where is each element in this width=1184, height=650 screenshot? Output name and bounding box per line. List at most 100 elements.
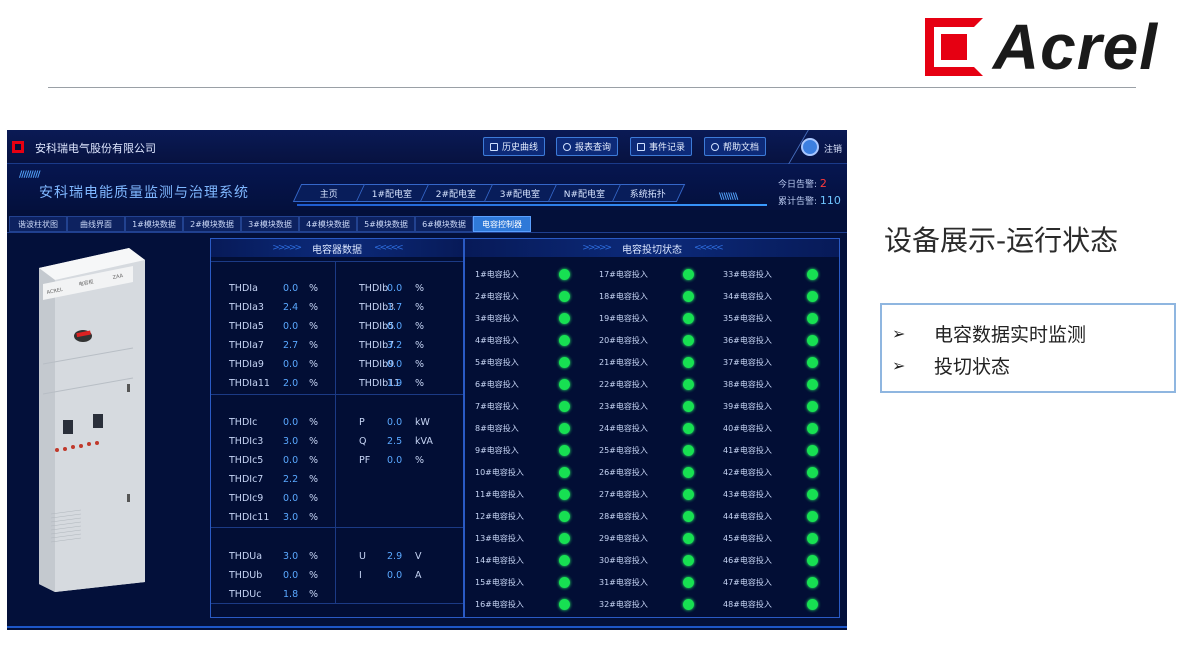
history-curve-button[interactable]: 历史曲线 xyxy=(483,137,546,156)
status-indicator-icon xyxy=(683,510,694,522)
metric-value: 3.0 xyxy=(283,512,299,523)
metric-value: 0.0 xyxy=(283,417,299,428)
column-separator xyxy=(335,261,336,603)
nav-topology[interactable]: 系统拓扑 xyxy=(612,184,686,202)
capacitor-status-item: 31#电容投入 xyxy=(599,571,694,593)
metric-value: 0.0 xyxy=(283,321,299,332)
tab-module-6[interactable]: 6#模块数据 xyxy=(415,216,473,232)
section-title: 设备展示-运行状态 xyxy=(884,224,1119,257)
capacitor-status-item: 19#电容投入 xyxy=(599,307,694,329)
chevron-left-icon: <<<<< xyxy=(374,243,404,253)
feature-label: 电容数据实时监测 xyxy=(934,323,1087,346)
data-row: I 0.0 A xyxy=(359,566,431,585)
status-indicator-icon xyxy=(559,334,570,346)
metric-unit: % xyxy=(309,321,319,332)
status-indicator-icon xyxy=(559,598,570,610)
capacitor-status-label: 5#电容投入 xyxy=(475,357,519,367)
data-row: THDIb11 1.9% xyxy=(359,374,431,393)
data-row xyxy=(359,508,431,527)
arrow-bullet-icon: ➢ xyxy=(892,323,906,343)
status-indicator-icon xyxy=(807,290,818,302)
metric-value: 2.2 xyxy=(283,474,299,485)
top-bar: 安科瑞电气股份有限公司 历史曲线 报表查询 事件记录 帮助文档 注销 xyxy=(7,130,847,164)
capacitor-status-label: 2#电容投入 xyxy=(475,291,519,301)
status-indicator-icon xyxy=(559,422,570,434)
status-indicator-icon xyxy=(559,466,570,478)
metric-label: U xyxy=(359,551,366,562)
panel-header: >>>>> 电容器数据 <<<<< xyxy=(211,239,463,257)
status-indicator-icon xyxy=(559,290,570,302)
nav-home[interactable]: 主页 xyxy=(292,184,366,202)
feature-item: ➢ 电容数据实时监测 xyxy=(892,317,1174,349)
tab-module-2[interactable]: 2#模块数据 xyxy=(183,216,241,232)
status-indicator-icon xyxy=(683,290,694,302)
alarm-summary: 今日告警: 2 累计告警: 110 xyxy=(778,176,841,210)
tab-module-3[interactable]: 3#模块数据 xyxy=(241,216,299,232)
button-label: 事件记录 xyxy=(649,143,686,153)
metric-label: THDIb xyxy=(359,283,389,294)
data-row: THDUc 1.8% xyxy=(229,585,325,604)
metric-value: 0.0 xyxy=(283,570,299,581)
tab-module-4[interactable]: 4#模块数据 xyxy=(299,216,357,232)
nav-label: 2#配电室 xyxy=(436,189,477,200)
metric-value: 0.0 xyxy=(283,283,299,294)
nav-room-1[interactable]: 1#配电室 xyxy=(356,184,430,202)
capacitor-status-item: 8#电容投入 xyxy=(475,417,570,439)
nav-room-2[interactable]: 2#配电室 xyxy=(420,184,494,202)
data-row: THDIa 0.0% xyxy=(229,279,325,298)
capacitor-status-item: 37#电容投入 xyxy=(723,351,818,373)
company-name: 安科瑞电气股份有限公司 xyxy=(35,142,156,155)
event-log-button[interactable]: 事件记录 xyxy=(630,137,693,156)
capacitor-status-label: 38#电容投入 xyxy=(723,379,772,389)
metric-value: 0.0 xyxy=(387,359,403,370)
capacitor-status-item: 12#电容投入 xyxy=(475,505,570,527)
capacitor-status-item: 25#电容投入 xyxy=(599,439,694,461)
capacitor-status-item: 11#电容投入 xyxy=(475,483,570,505)
capacitor-status-label: 28#电容投入 xyxy=(599,511,648,521)
user-avatar-icon[interactable] xyxy=(801,138,819,156)
metric-value: 0.0 xyxy=(283,455,299,466)
tab-capacitor-controller[interactable]: 电容控制器 xyxy=(473,216,531,232)
capacitor-status-item: 17#电容投入 xyxy=(599,263,694,285)
data-row xyxy=(359,470,431,489)
status-indicator-icon xyxy=(807,576,818,588)
nav-room-n[interactable]: N#配电室 xyxy=(548,184,622,202)
capacitor-status-item: 34#电容投入 xyxy=(723,285,818,307)
status-indicator-icon xyxy=(807,334,818,346)
bottom-rule xyxy=(7,626,847,628)
status-indicator-icon xyxy=(559,554,570,566)
metric-unit: % xyxy=(309,512,319,523)
logout-link[interactable]: 注销 xyxy=(824,142,842,155)
tab-harmonic-bars[interactable]: 谐波柱状图 xyxy=(9,216,67,232)
metric-unit: % xyxy=(415,378,425,389)
today-alarm-label: 今日告警: xyxy=(778,180,818,190)
help-docs-button[interactable]: 帮助文档 xyxy=(704,137,767,156)
tab-module-1[interactable]: 1#模块数据 xyxy=(125,216,183,232)
data-row: Q 2.5 kVA xyxy=(359,432,433,451)
capacitor-status-label: 6#电容投入 xyxy=(475,379,519,389)
data-row: THDIc9 0.0% xyxy=(229,489,325,508)
data-row: THDIc5 0.0% xyxy=(229,451,325,470)
metric-label: THDIa3 xyxy=(229,302,264,313)
tab-module-5[interactable]: 5#模块数据 xyxy=(357,216,415,232)
capacitor-status-label: 29#电容投入 xyxy=(599,533,648,543)
capacitor-status-label: 10#电容投入 xyxy=(475,467,524,477)
feature-label: 投切状态 xyxy=(934,355,1011,378)
capacitor-status-label: 35#电容投入 xyxy=(723,313,772,323)
status-indicator-icon xyxy=(683,554,694,566)
capacitor-status-label: 4#电容投入 xyxy=(475,335,519,345)
nav-label: 系统拓扑 xyxy=(630,189,667,200)
acrel-logo: Acrel xyxy=(924,12,1158,82)
nav-label: 主页 xyxy=(319,189,338,200)
capacitor-status-label: 13#电容投入 xyxy=(475,533,524,543)
status-indicator-icon xyxy=(807,444,818,456)
tab-curves[interactable]: 曲线界面 xyxy=(67,216,125,232)
metric-value: 3.0 xyxy=(283,551,299,562)
capacitor-status-label: 26#电容投入 xyxy=(599,467,648,477)
metric-value: 1.8 xyxy=(283,589,299,600)
nav-room-3[interactable]: 3#配电室 xyxy=(484,184,558,202)
chevron-right-icon: >>>>> xyxy=(272,243,302,253)
report-query-button[interactable]: 报表查询 xyxy=(556,137,619,156)
capacitor-status-item: 30#电容投入 xyxy=(599,549,694,571)
status-indicator-icon xyxy=(559,444,570,456)
